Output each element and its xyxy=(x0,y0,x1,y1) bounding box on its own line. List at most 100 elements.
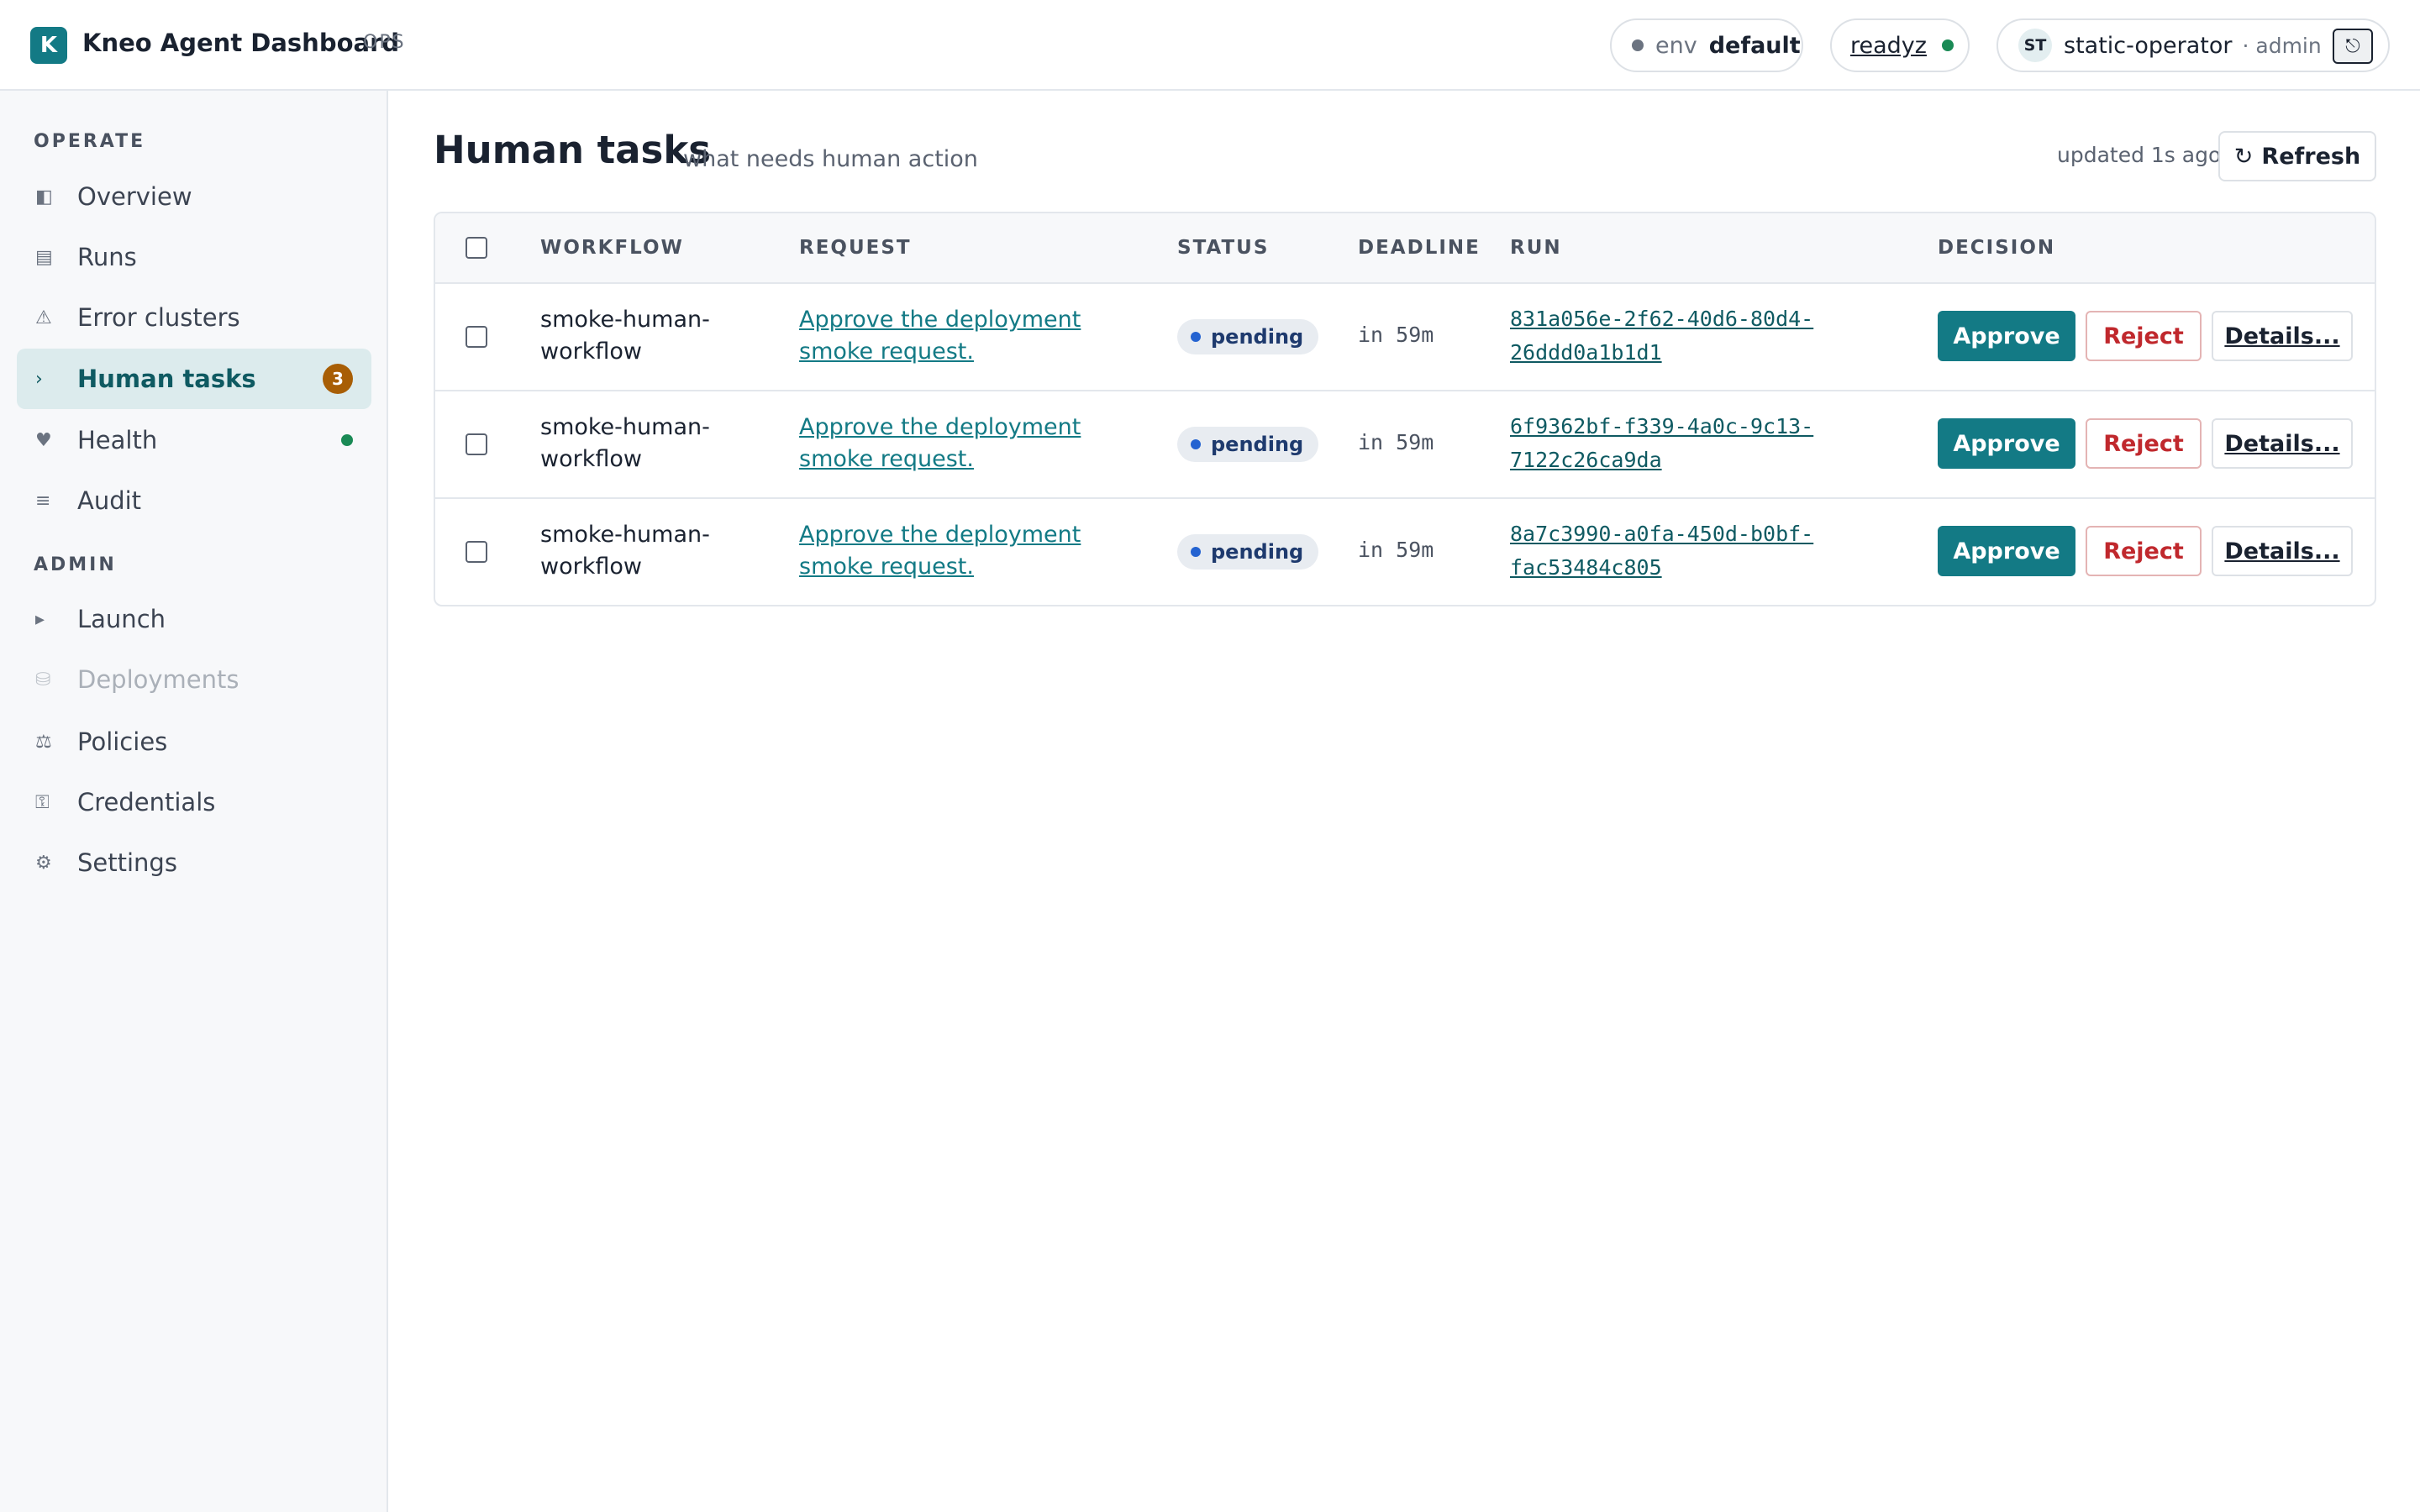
column-header-run: RUN xyxy=(1510,237,1562,259)
details-button[interactable]: Details... xyxy=(2212,418,2353,469)
sidebar-item-label: Health xyxy=(77,426,158,454)
key-icon: ⚿ xyxy=(35,791,50,813)
sidebar-item-label: Audit xyxy=(77,486,142,515)
status-badge: pending xyxy=(1177,534,1319,570)
play-icon: ▸ xyxy=(35,608,45,630)
workflow-name: smoke-human-workflow xyxy=(540,307,710,365)
avatar: ST xyxy=(2018,29,2052,62)
deployments-icon: ⛁ xyxy=(35,669,51,690)
row-checkbox[interactable] xyxy=(466,541,487,563)
page-subtitle: what needs human action xyxy=(683,146,978,172)
sidebar-item-label: Human tasks xyxy=(77,365,256,393)
column-header-status: STATUS xyxy=(1177,237,1270,259)
logout-icon[interactable]: ⎋ xyxy=(2333,29,2373,64)
status-dot xyxy=(1191,439,1201,449)
workflow-name: smoke-human-workflow xyxy=(540,414,710,472)
readiness-link[interactable]: readyz xyxy=(1830,18,1970,72)
reject-button[interactable]: Reject xyxy=(2086,418,2202,469)
sidebar-section-admin: ADMIN xyxy=(34,554,117,575)
details-button[interactable]: Details... xyxy=(2212,311,2353,361)
app-tag: OPS xyxy=(363,32,406,53)
refresh-label: Refresh xyxy=(2261,143,2361,170)
column-header-workflow: WORKFLOW xyxy=(540,237,684,259)
user-name: static-operator xyxy=(2064,32,2233,59)
sidebar-item-label: Policies xyxy=(77,727,168,756)
sidebar-item-health[interactable]: ♥ Health xyxy=(17,410,371,470)
run-id-link[interactable]: 831a056e-2f62-40d6-80d4-26ddd0a1b1d1 xyxy=(1510,302,1863,370)
status-dot xyxy=(1191,547,1201,557)
deadline: in 59m xyxy=(1358,538,1434,562)
sidebar-item-credentials[interactable]: ⚿ Credentials xyxy=(17,772,371,832)
app-logo: K xyxy=(30,27,67,64)
sidebar-item-overview[interactable]: ◧ Overview xyxy=(17,166,371,227)
sidebar-item-audit[interactable]: ≡ Audit xyxy=(17,470,371,531)
health-status-dot xyxy=(341,434,353,446)
sidebar-item-launch[interactable]: ▸ Launch xyxy=(17,589,371,649)
refresh-button[interactable]: ↻ Refresh xyxy=(2218,131,2376,181)
sidebar-item-settings[interactable]: ⚙ Settings xyxy=(17,832,371,893)
updated-timestamp: updated 1s ago xyxy=(2057,143,2222,167)
row-checkbox[interactable] xyxy=(466,326,487,348)
run-id-link[interactable]: 8a7c3990-a0fa-450d-b0bf-fac53484c805 xyxy=(1510,517,1863,585)
user-role: · admin xyxy=(2242,33,2322,58)
sidebar-item-error-clusters[interactable]: ⚠ Error clusters xyxy=(17,287,371,348)
request-link[interactable]: Approve the deployment smoke request. xyxy=(799,519,1152,583)
heart-icon: ♥ xyxy=(35,429,52,451)
reject-button[interactable]: Reject xyxy=(2086,311,2202,361)
approve-button[interactable]: Approve xyxy=(1938,311,2075,361)
workflow-name: smoke-human-workflow xyxy=(540,522,710,580)
scale-icon: ⚖ xyxy=(35,731,52,753)
sidebar-item-label: Credentials xyxy=(77,788,216,816)
top-bar: K Kneo Agent Dashboard OPS env default r… xyxy=(0,0,2420,91)
chevron-right-icon: › xyxy=(35,368,43,390)
status-label: pending xyxy=(1211,325,1304,349)
audit-icon: ≡ xyxy=(35,490,51,512)
sidebar-item-label: Deployments xyxy=(77,665,239,694)
reject-button[interactable]: Reject xyxy=(2086,526,2202,576)
status-label: pending xyxy=(1211,433,1304,456)
readiness-status-dot xyxy=(1941,39,1954,51)
select-all-checkbox[interactable] xyxy=(466,237,487,259)
sidebar-item-runs[interactable]: ▤ Runs xyxy=(17,227,371,287)
env-value: default xyxy=(1708,32,1801,59)
page-title: Human tasks xyxy=(434,128,712,172)
env-selector[interactable]: env default xyxy=(1610,18,1803,72)
row-checkbox[interactable] xyxy=(466,433,487,455)
sidebar-item-label: Error clusters xyxy=(77,303,240,332)
sidebar: OPERATE ◧ Overview ▤ Runs ⚠ Error cluste… xyxy=(0,91,388,1512)
table-row: smoke-human-workflow Approve the deploym… xyxy=(435,391,2375,499)
sidebar-item-label: Overview xyxy=(77,182,192,211)
column-header-deadline: DEADLINE xyxy=(1358,237,1481,259)
sidebar-item-human-tasks[interactable]: › Human tasks 3 xyxy=(17,349,371,409)
app-title: Kneo Agent Dashboard xyxy=(82,29,400,57)
sidebar-item-policies[interactable]: ⚖ Policies xyxy=(17,711,371,772)
status-badge: pending xyxy=(1177,427,1319,462)
column-header-decision: DECISION xyxy=(1938,237,2056,259)
status-label: pending xyxy=(1211,540,1304,564)
env-label: env xyxy=(1655,32,1697,59)
deadline: in 59m xyxy=(1358,430,1434,454)
status-dot xyxy=(1191,332,1201,342)
count-badge: 3 xyxy=(323,364,353,394)
sidebar-section-operate: OPERATE xyxy=(34,131,146,152)
readiness-label: readyz xyxy=(1850,32,1927,59)
sidebar-item-label: Settings xyxy=(77,848,177,877)
sidebar-item-label: Runs xyxy=(77,243,137,271)
env-dot xyxy=(1632,39,1644,51)
runs-icon: ▤ xyxy=(35,246,53,268)
run-id-link[interactable]: 6f9362bf-f339-4a0c-9c13-7122c26ca9da xyxy=(1510,410,1863,477)
details-button[interactable]: Details... xyxy=(2212,526,2353,576)
status-badge: pending xyxy=(1177,319,1319,354)
approve-button[interactable]: Approve xyxy=(1938,418,2075,469)
request-link[interactable]: Approve the deployment smoke request. xyxy=(799,412,1152,475)
human-tasks-table: WORKFLOW REQUEST STATUS DEADLINE RUN DEC… xyxy=(434,212,2376,606)
request-link[interactable]: Approve the deployment smoke request. xyxy=(799,304,1152,368)
sidebar-item-label: Launch xyxy=(77,605,166,633)
table-header: WORKFLOW REQUEST STATUS DEADLINE RUN DEC… xyxy=(435,213,2375,284)
approve-button[interactable]: Approve xyxy=(1938,526,2075,576)
sidebar-item-deployments[interactable]: ⛁ Deployments xyxy=(17,649,371,710)
deadline: in 59m xyxy=(1358,323,1434,347)
table-row: smoke-human-workflow Approve the deploym… xyxy=(435,284,2375,391)
table-row: smoke-human-workflow Approve the deploym… xyxy=(435,499,2375,605)
user-menu[interactable]: ST static-operator · admin ⎋ xyxy=(1996,18,2390,72)
